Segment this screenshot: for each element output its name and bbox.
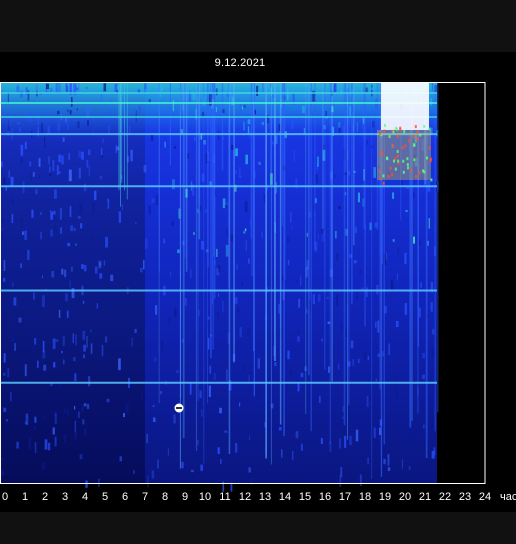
x-tick-label: 14 — [279, 491, 291, 503]
x-tick-label: 6 — [122, 491, 128, 503]
x-tick-label: 21 — [419, 491, 431, 503]
x-tick-label: 8 — [162, 491, 168, 503]
x-tick-label: 0 — [2, 491, 8, 503]
spectrogram-chart: 0 1 2 3 4 5 6 7 8 9 10 11 12 13 14 15 16 17 18 19 20 21 22 23 24… — [0, 82, 516, 503]
x-tick-label: 18 — [359, 491, 371, 503]
x-tick-label: 15 — [299, 491, 311, 503]
upper-band-line-2 — [0, 102, 437, 104]
x-tick-label: 5 — [102, 491, 108, 503]
x-tick-label: 20 — [399, 491, 411, 503]
x-tick-label: 1 — [22, 491, 28, 503]
x-tick-label: 17 — [339, 491, 351, 503]
x-tick-label: 16 — [319, 491, 331, 503]
x-tick-label: 2 — [42, 491, 48, 503]
spectrogram-field-early — [0, 82, 145, 483]
upper-band-line-1 — [0, 92, 437, 94]
horizontal-resonance-line-3 — [0, 289, 437, 292]
horizontal-resonance-line-2 — [0, 185, 437, 188]
x-tick-label: 11 — [219, 491, 230, 503]
upper-band-line-3 — [0, 116, 437, 118]
x-tick-label: 12 — [239, 491, 251, 503]
x-tick-label: 10 — [199, 491, 211, 503]
x-tick-label: 13 — [259, 491, 271, 503]
x-tick-label: 9 — [182, 491, 188, 503]
position-marker-bar — [176, 407, 182, 409]
hot-spot-region — [381, 82, 429, 130]
x-axis-unit-label: час — [500, 491, 516, 503]
horizontal-resonance-line-1 — [0, 133, 437, 136]
x-tick-label: 24 — [479, 491, 491, 503]
x-tick-label: 7 — [142, 491, 148, 503]
x-tick-label: 22 — [439, 491, 451, 503]
horizontal-resonance-line-4 — [0, 381, 437, 384]
x-tick-label: 4 — [82, 491, 88, 503]
x-tick-label: 23 — [459, 491, 471, 503]
x-tick-label: 3 — [62, 491, 68, 503]
x-tick-label: 19 — [379, 491, 391, 503]
